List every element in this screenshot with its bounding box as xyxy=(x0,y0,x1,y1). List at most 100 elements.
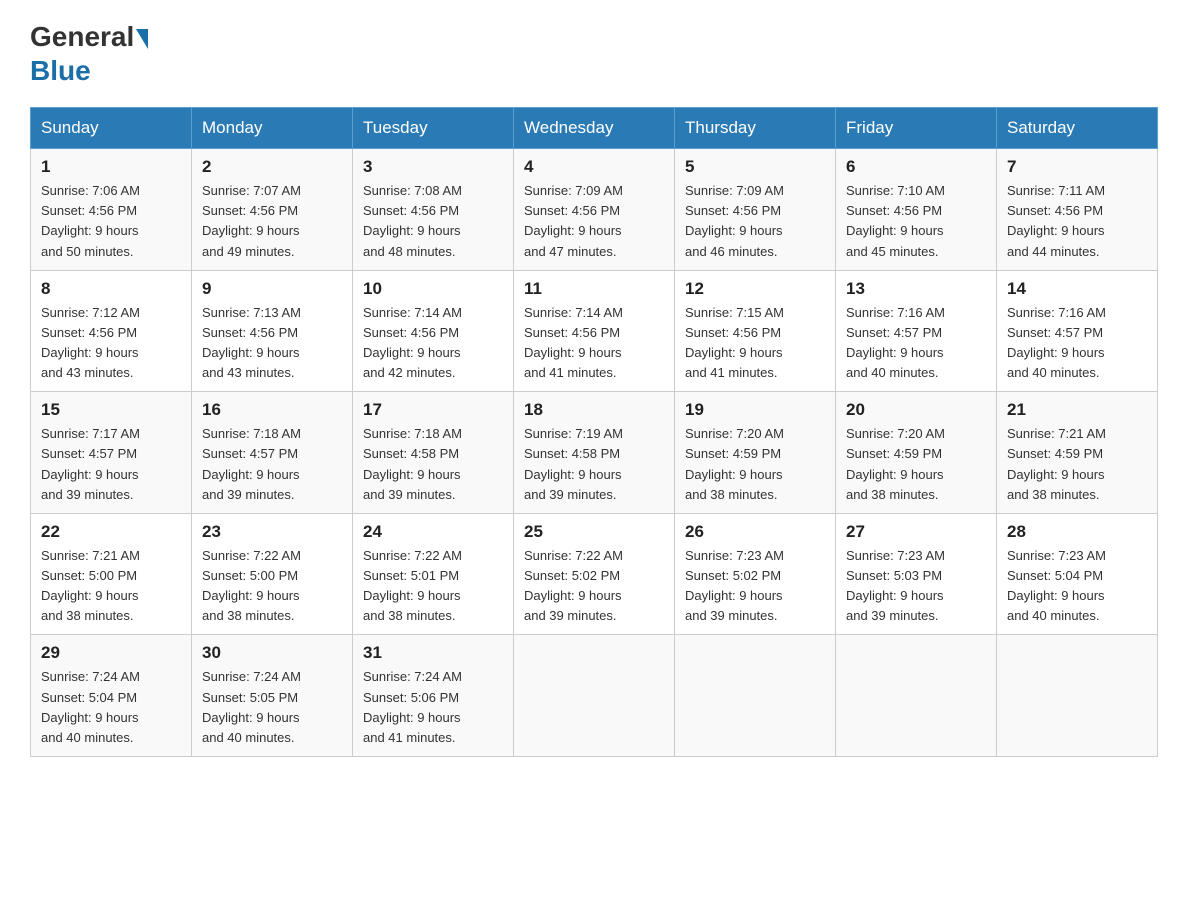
day-info: Sunrise: 7:15 AMSunset: 4:56 PMDaylight:… xyxy=(685,303,825,384)
calendar-day-cell: 18 Sunrise: 7:19 AMSunset: 4:58 PMDayligh… xyxy=(514,392,675,514)
calendar-day-cell: 13Sunrise: 7:16 AMSunset: 4:57 PMDayligh… xyxy=(836,270,997,392)
day-info: Sunrise: 7:23 AMSunset: 5:04 PMDaylight:… xyxy=(1007,546,1147,627)
day-info: Sunrise: 7:09 AMSunset: 4:56 PMDaylight:… xyxy=(685,181,825,262)
day-info: Sunrise: 7:17 AMSunset: 4:57 PMDaylight:… xyxy=(41,424,181,505)
calendar-day-cell: 7 Sunrise: 7:11 AMSunset: 4:56 PMDaylight… xyxy=(997,149,1158,271)
day-of-week-header: Monday xyxy=(192,108,353,149)
day-info: Sunrise: 7:19 AMSunset: 4:58 PMDaylight:… xyxy=(524,424,664,505)
day-info: Sunrise: 7:11 AMSunset: 4:56 PMDaylight:… xyxy=(1007,181,1147,262)
calendar-day-cell: 19 Sunrise: 7:20 AMSunset: 4:59 PMDayligh… xyxy=(675,392,836,514)
day-number: 28 xyxy=(1007,522,1147,542)
day-number: 19 xyxy=(685,400,825,420)
day-number: 15 xyxy=(41,400,181,420)
day-number: 27 xyxy=(846,522,986,542)
calendar-table: SundayMondayTuesdayWednesdayThursdayFrid… xyxy=(30,107,1158,757)
calendar-day-cell: 6 Sunrise: 7:10 AMSunset: 4:56 PMDaylight… xyxy=(836,149,997,271)
calendar-day-cell: 14Sunrise: 7:16 AMSunset: 4:57 PMDayligh… xyxy=(997,270,1158,392)
logo: General Blue xyxy=(30,20,150,87)
calendar-day-cell: 29 Sunrise: 7:24 AMSunset: 5:04 PMDayligh… xyxy=(31,635,192,757)
day-info: Sunrise: 7:10 AMSunset: 4:56 PMDaylight:… xyxy=(846,181,986,262)
calendar-day-cell: 1 Sunrise: 7:06 AMSunset: 4:56 PMDaylight… xyxy=(31,149,192,271)
day-info: Sunrise: 7:22 AMSunset: 5:01 PMDaylight:… xyxy=(363,546,503,627)
day-number: 30 xyxy=(202,643,342,663)
day-number: 6 xyxy=(846,157,986,177)
day-number: 24 xyxy=(363,522,503,542)
day-number: 9 xyxy=(202,279,342,299)
day-number: 14 xyxy=(1007,279,1147,299)
calendar-day-cell: 24 Sunrise: 7:22 AMSunset: 5:01 PMDayligh… xyxy=(353,513,514,635)
calendar-day-cell xyxy=(514,635,675,757)
calendar-day-cell: 4 Sunrise: 7:09 AMSunset: 4:56 PMDaylight… xyxy=(514,149,675,271)
day-of-week-header: Friday xyxy=(836,108,997,149)
day-info: Sunrise: 7:18 AMSunset: 4:57 PMDaylight:… xyxy=(202,424,342,505)
calendar-day-cell: 20 Sunrise: 7:20 AMSunset: 4:59 PMDayligh… xyxy=(836,392,997,514)
day-number: 25 xyxy=(524,522,664,542)
calendar-day-cell: 23 Sunrise: 7:22 AMSunset: 5:00 PMDayligh… xyxy=(192,513,353,635)
calendar-day-cell: 28 Sunrise: 7:23 AMSunset: 5:04 PMDayligh… xyxy=(997,513,1158,635)
day-info: Sunrise: 7:13 AMSunset: 4:56 PMDaylight:… xyxy=(202,303,342,384)
calendar-day-cell: 17 Sunrise: 7:18 AMSunset: 4:58 PMDayligh… xyxy=(353,392,514,514)
day-info: Sunrise: 7:07 AMSunset: 4:56 PMDaylight:… xyxy=(202,181,342,262)
calendar-day-cell: 22 Sunrise: 7:21 AMSunset: 5:00 PMDayligh… xyxy=(31,513,192,635)
day-of-week-header: Sunday xyxy=(31,108,192,149)
day-info: Sunrise: 7:22 AMSunset: 5:02 PMDaylight:… xyxy=(524,546,664,627)
logo-area: General Blue xyxy=(30,20,150,87)
day-info: Sunrise: 7:06 AMSunset: 4:56 PMDaylight:… xyxy=(41,181,181,262)
day-info: Sunrise: 7:23 AMSunset: 5:02 PMDaylight:… xyxy=(685,546,825,627)
day-info: Sunrise: 7:20 AMSunset: 4:59 PMDaylight:… xyxy=(685,424,825,505)
day-number: 5 xyxy=(685,157,825,177)
calendar-day-cell: 30Sunrise: 7:24 AMSunset: 5:05 PMDayligh… xyxy=(192,635,353,757)
calendar-day-cell: 8 Sunrise: 7:12 AMSunset: 4:56 PMDaylight… xyxy=(31,270,192,392)
calendar-day-cell: 25 Sunrise: 7:22 AMSunset: 5:02 PMDayligh… xyxy=(514,513,675,635)
calendar-day-cell: 2 Sunrise: 7:07 AMSunset: 4:56 PMDaylight… xyxy=(192,149,353,271)
day-number: 1 xyxy=(41,157,181,177)
day-info: Sunrise: 7:21 AMSunset: 5:00 PMDaylight:… xyxy=(41,546,181,627)
calendar-week-row: 22 Sunrise: 7:21 AMSunset: 5:00 PMDayligh… xyxy=(31,513,1158,635)
day-number: 7 xyxy=(1007,157,1147,177)
calendar-day-cell: 16Sunrise: 7:18 AMSunset: 4:57 PMDayligh… xyxy=(192,392,353,514)
day-info: Sunrise: 7:22 AMSunset: 5:00 PMDaylight:… xyxy=(202,546,342,627)
page-header: General Blue xyxy=(30,20,1158,87)
calendar-day-cell xyxy=(836,635,997,757)
day-number: 26 xyxy=(685,522,825,542)
day-number: 20 xyxy=(846,400,986,420)
day-info: Sunrise: 7:18 AMSunset: 4:58 PMDaylight:… xyxy=(363,424,503,505)
calendar-week-row: 8 Sunrise: 7:12 AMSunset: 4:56 PMDaylight… xyxy=(31,270,1158,392)
calendar-header-row: SundayMondayTuesdayWednesdayThursdayFrid… xyxy=(31,108,1158,149)
day-info: Sunrise: 7:24 AMSunset: 5:04 PMDaylight:… xyxy=(41,667,181,748)
calendar-week-row: 1 Sunrise: 7:06 AMSunset: 4:56 PMDaylight… xyxy=(31,149,1158,271)
day-number: 8 xyxy=(41,279,181,299)
day-info: Sunrise: 7:12 AMSunset: 4:56 PMDaylight:… xyxy=(41,303,181,384)
day-of-week-header: Wednesday xyxy=(514,108,675,149)
calendar-day-cell: 26 Sunrise: 7:23 AMSunset: 5:02 PMDayligh… xyxy=(675,513,836,635)
calendar-day-cell: 10Sunrise: 7:14 AMSunset: 4:56 PMDayligh… xyxy=(353,270,514,392)
day-number: 13 xyxy=(846,279,986,299)
logo-arrow-icon xyxy=(136,29,148,49)
calendar-day-cell: 27 Sunrise: 7:23 AMSunset: 5:03 PMDayligh… xyxy=(836,513,997,635)
calendar-day-cell: 12 Sunrise: 7:15 AMSunset: 4:56 PMDayligh… xyxy=(675,270,836,392)
logo-general: General xyxy=(30,21,134,52)
calendar-day-cell xyxy=(997,635,1158,757)
calendar-day-cell: 9 Sunrise: 7:13 AMSunset: 4:56 PMDaylight… xyxy=(192,270,353,392)
day-number: 23 xyxy=(202,522,342,542)
day-number: 11 xyxy=(524,279,664,299)
calendar-day-cell xyxy=(675,635,836,757)
day-of-week-header: Tuesday xyxy=(353,108,514,149)
calendar-day-cell: 11Sunrise: 7:14 AMSunset: 4:56 PMDayligh… xyxy=(514,270,675,392)
day-number: 12 xyxy=(685,279,825,299)
day-info: Sunrise: 7:23 AMSunset: 5:03 PMDaylight:… xyxy=(846,546,986,627)
day-number: 22 xyxy=(41,522,181,542)
day-number: 4 xyxy=(524,157,664,177)
calendar-day-cell: 15 Sunrise: 7:17 AMSunset: 4:57 PMDayligh… xyxy=(31,392,192,514)
day-number: 29 xyxy=(41,643,181,663)
calendar-week-row: 29 Sunrise: 7:24 AMSunset: 5:04 PMDayligh… xyxy=(31,635,1158,757)
logo-line1: General xyxy=(30,20,150,54)
day-number: 17 xyxy=(363,400,503,420)
logo-blue: Blue xyxy=(30,55,91,86)
day-number: 18 xyxy=(524,400,664,420)
day-info: Sunrise: 7:09 AMSunset: 4:56 PMDaylight:… xyxy=(524,181,664,262)
day-number: 2 xyxy=(202,157,342,177)
calendar-week-row: 15 Sunrise: 7:17 AMSunset: 4:57 PMDayligh… xyxy=(31,392,1158,514)
day-number: 21 xyxy=(1007,400,1147,420)
day-info: Sunrise: 7:20 AMSunset: 4:59 PMDaylight:… xyxy=(846,424,986,505)
